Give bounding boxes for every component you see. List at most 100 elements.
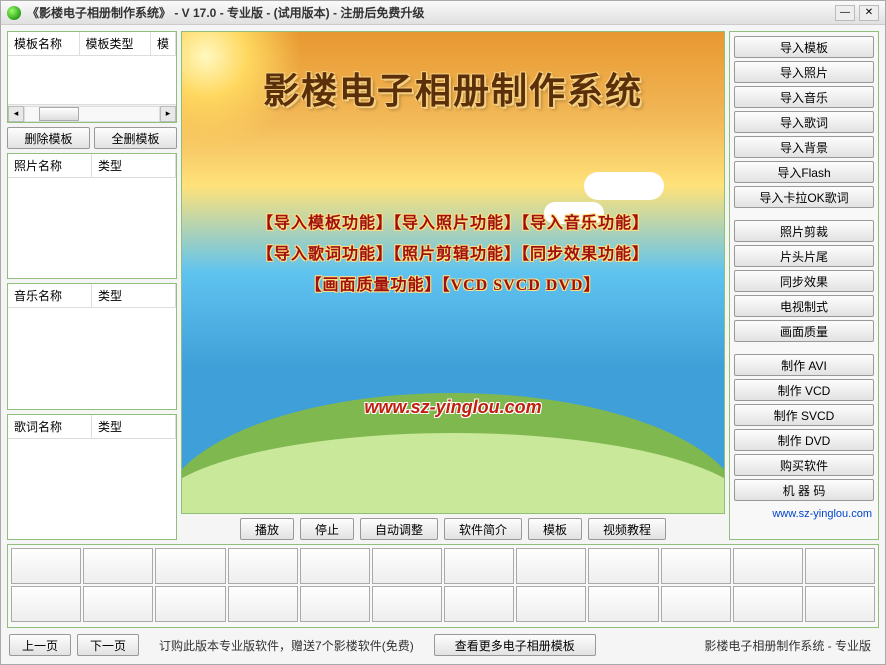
preview-url: www.sz-yinglou.com <box>182 397 724 418</box>
next-page-button[interactable]: 下一页 <box>77 634 139 656</box>
thumbnail-slot[interactable] <box>83 586 153 622</box>
col-lyrics-type[interactable]: 类型 <box>92 415 176 438</box>
import-music-button[interactable]: 导入音乐 <box>734 86 874 108</box>
import-photo-button[interactable]: 导入照片 <box>734 61 874 83</box>
col-template-name[interactable]: 模板名称 <box>8 32 80 55</box>
minimize-button[interactable]: — <box>835 5 855 21</box>
import-template-button[interactable]: 导入模板 <box>734 36 874 58</box>
promo-text: 订购此版本专业版软件，赠送7个影楼软件(免费) <box>145 637 428 654</box>
make-svcd-button[interactable]: 制作 SVCD <box>734 404 874 426</box>
thumbnail-slot[interactable] <box>11 548 81 584</box>
feature-line-2: 【导入歌词功能】【照片剪辑功能】【同步效果功能】 <box>182 240 724 264</box>
thumbnail-slot[interactable] <box>661 586 731 622</box>
thumb-row-2 <box>11 586 875 622</box>
photos-panel: 照片名称 类型 <box>7 153 177 279</box>
import-karaoke-button[interactable]: 导入卡拉OK歌词 <box>734 186 874 208</box>
template-buttons: 删除模板 全删模板 <box>7 127 177 149</box>
import-background-button[interactable]: 导入背景 <box>734 136 874 158</box>
thumbnail-slot[interactable] <box>444 586 514 622</box>
scroll-right-icon[interactable]: ▸ <box>160 106 176 122</box>
import-flash-button[interactable]: 导入Flash <box>734 161 874 183</box>
make-avi-button[interactable]: 制作 AVI <box>734 354 874 376</box>
sync-effect-button[interactable]: 同步效果 <box>734 270 874 292</box>
scroll-left-icon[interactable]: ◂ <box>8 106 24 122</box>
upper-area: 模板名称 模板类型 模 ◂ ▸ 删除模板 全删模板 <box>7 31 879 540</box>
thumbnail-slot[interactable] <box>661 548 731 584</box>
thumbnail-slot[interactable] <box>300 548 370 584</box>
playback-buttons: 播放 停止 自动调整 软件简介 模板 视频教程 <box>181 518 725 540</box>
scroll-track[interactable] <box>24 106 160 122</box>
feature-line-1: 【导入模板功能】【导入照片功能】【导入音乐功能】 <box>182 209 724 233</box>
scroll-thumb[interactable] <box>39 107 79 121</box>
left-column: 模板名称 模板类型 模 ◂ ▸ 删除模板 全删模板 <box>7 31 177 540</box>
thumbnail-slot[interactable] <box>444 548 514 584</box>
window-title: 《影楼电子相册制作系统》 - V 17.0 - 专业版 - (试用版本) - 注… <box>27 4 831 21</box>
cloud-graphic <box>584 172 664 200</box>
feature-line-3: 【画面质量功能】【VCD SVCD DVD】 <box>182 271 724 295</box>
clip-head-tail-button[interactable]: 片头片尾 <box>734 245 874 267</box>
prev-page-button[interactable]: 上一页 <box>9 634 71 656</box>
software-intro-button[interactable]: 软件简介 <box>444 518 522 540</box>
tv-format-button[interactable]: 电视制式 <box>734 295 874 317</box>
templates-header: 模板名称 模板类型 模 <box>8 32 176 56</box>
make-vcd-button[interactable]: 制作 VCD <box>734 379 874 401</box>
thumbnail-slot[interactable] <box>516 586 586 622</box>
thumbnail-strip <box>7 544 879 628</box>
templates-list[interactable] <box>8 56 176 104</box>
status-text: 影楼电子相册制作系统 - 专业版 <box>704 637 877 654</box>
thumbnail-slot[interactable] <box>805 586 875 622</box>
play-button[interactable]: 播放 <box>240 518 294 540</box>
thumbnail-slot[interactable] <box>588 548 658 584</box>
col-photo-name[interactable]: 照片名称 <box>8 154 92 177</box>
video-tutorial-button[interactable]: 视频教程 <box>588 518 666 540</box>
thumbnail-slot[interactable] <box>300 586 370 622</box>
auto-adjust-button[interactable]: 自动调整 <box>360 518 438 540</box>
thumbnail-slot[interactable] <box>516 548 586 584</box>
photo-crop-button[interactable]: 照片剪裁 <box>734 220 874 242</box>
center-column: 影楼电子相册制作系统 【导入模板功能】【导入照片功能】【导入音乐功能】 【导入歌… <box>181 31 725 540</box>
lyrics-list[interactable] <box>8 439 176 539</box>
col-template-type[interactable]: 模板类型 <box>80 32 152 55</box>
close-button[interactable]: ✕ <box>859 5 879 21</box>
window-body: 模板名称 模板类型 模 ◂ ▸ 删除模板 全删模板 <box>1 25 885 664</box>
col-music-name[interactable]: 音乐名称 <box>8 284 92 307</box>
titlebar: 《影楼电子相册制作系统》 - V 17.0 - 专业版 - (试用版本) - 注… <box>1 1 885 25</box>
lyrics-header: 歌词名称 类型 <box>8 415 176 439</box>
templates-panel: 模板名称 模板类型 模 ◂ ▸ <box>7 31 177 123</box>
lyrics-panel: 歌词名称 类型 <box>7 414 177 540</box>
app-icon <box>7 6 21 20</box>
col-photo-type[interactable]: 类型 <box>92 154 176 177</box>
templates-hscroll: ◂ ▸ <box>8 104 176 122</box>
thumbnail-slot[interactable] <box>805 548 875 584</box>
picture-quality-button[interactable]: 画面质量 <box>734 320 874 342</box>
thumbnail-slot[interactable] <box>228 548 298 584</box>
app-window: 《影楼电子相册制作系统》 - V 17.0 - 专业版 - (试用版本) - 注… <box>0 0 886 665</box>
machine-code-button[interactable]: 机 器 码 <box>734 479 874 501</box>
thumbnail-slot[interactable] <box>11 586 81 622</box>
website-link[interactable]: www.sz-yinglou.com <box>734 504 874 520</box>
preview-title: 影楼电子相册制作系统 <box>182 62 724 114</box>
col-template-extra[interactable]: 模 <box>151 32 176 55</box>
more-templates-button[interactable]: 查看更多电子相册模板 <box>434 634 596 656</box>
import-lyrics-button[interactable]: 导入歌词 <box>734 111 874 133</box>
preview-pane: 影楼电子相册制作系统 【导入模板功能】【导入照片功能】【导入音乐功能】 【导入歌… <box>181 31 725 514</box>
buy-software-button[interactable]: 购买软件 <box>734 454 874 476</box>
col-music-type[interactable]: 类型 <box>92 284 176 307</box>
stop-button[interactable]: 停止 <box>300 518 354 540</box>
thumbnail-slot[interactable] <box>228 586 298 622</box>
thumbnail-slot[interactable] <box>155 586 225 622</box>
col-lyrics-name[interactable]: 歌词名称 <box>8 415 92 438</box>
thumbnail-slot[interactable] <box>83 548 153 584</box>
thumbnail-slot[interactable] <box>155 548 225 584</box>
delete-template-button[interactable]: 删除模板 <box>7 127 90 149</box>
thumbnail-slot[interactable] <box>588 586 658 622</box>
delete-all-templates-button[interactable]: 全删模板 <box>94 127 177 149</box>
make-dvd-button[interactable]: 制作 DVD <box>734 429 874 451</box>
photos-list[interactable] <box>8 178 176 278</box>
thumbnail-slot[interactable] <box>733 586 803 622</box>
music-list[interactable] <box>8 308 176 408</box>
thumbnail-slot[interactable] <box>372 586 442 622</box>
template-button[interactable]: 模板 <box>528 518 582 540</box>
thumbnail-slot[interactable] <box>733 548 803 584</box>
thumbnail-slot[interactable] <box>372 548 442 584</box>
